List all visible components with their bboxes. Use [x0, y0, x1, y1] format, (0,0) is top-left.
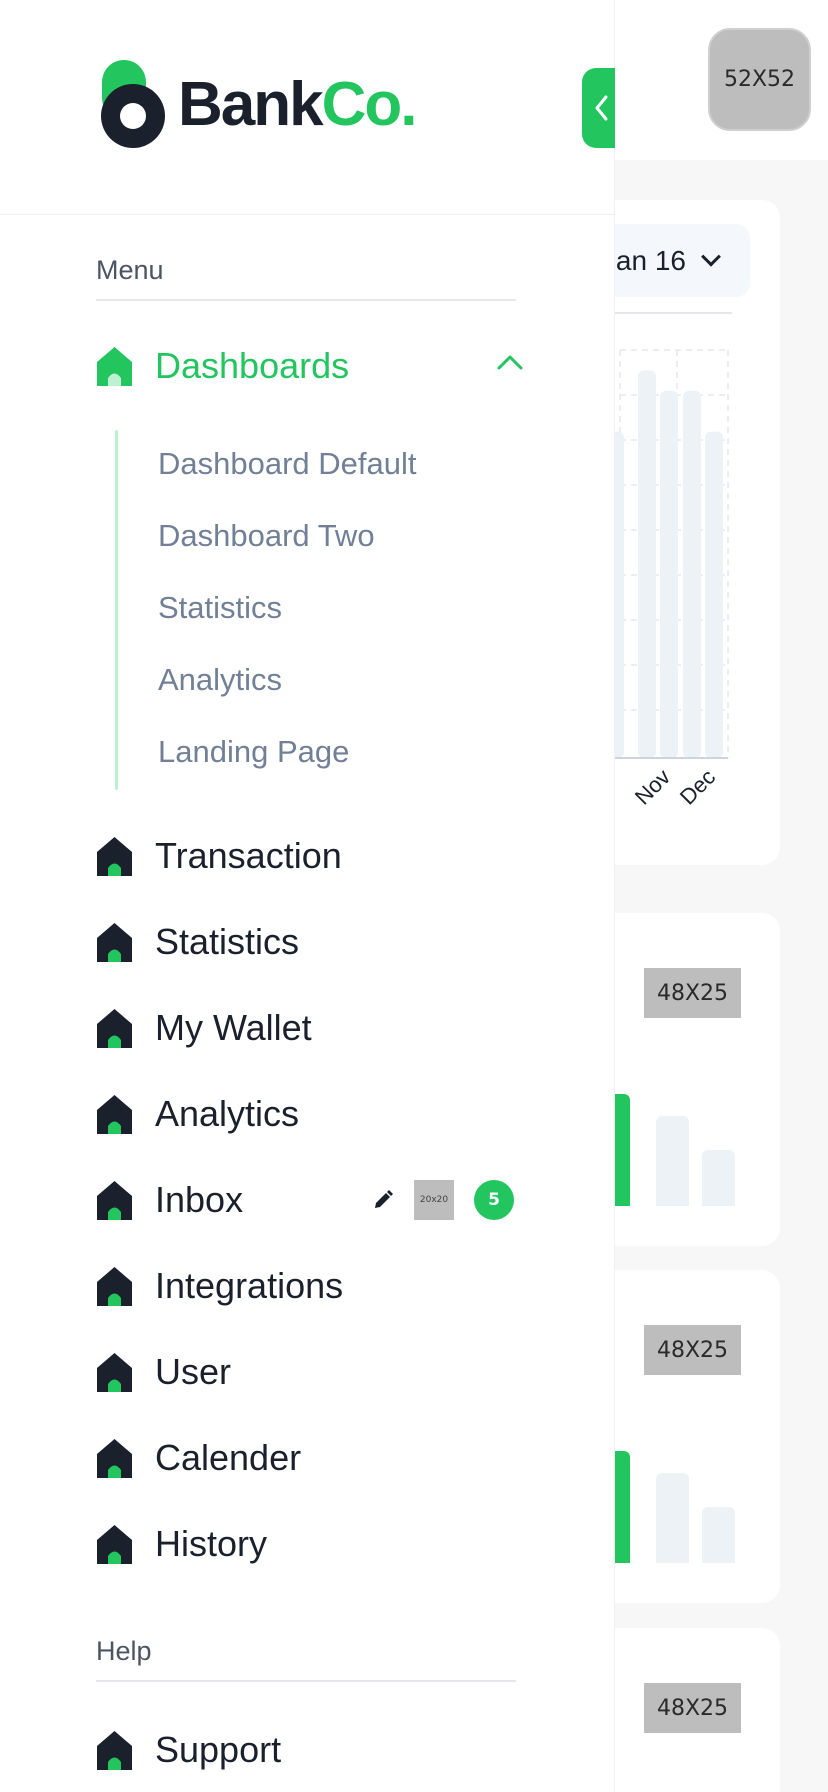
submenu-indicator-line [115, 430, 118, 790]
submenu-item-dashboard-default[interactable]: Dashboard Default [158, 446, 417, 482]
inbox-extras: 20x20 5 [372, 1178, 514, 1222]
collapse-sidebar-button[interactable] [582, 68, 615, 148]
mini-bar [702, 1150, 735, 1206]
sidebar-item-history[interactable]: History [96, 1514, 267, 1574]
sidebar-item-label: History [155, 1523, 268, 1564]
home-icon [97, 837, 132, 876]
bankco-logo[interactable]: BankCo. [100, 58, 417, 150]
home-icon [97, 1353, 132, 1392]
inbox-count-badge: 5 [474, 1180, 514, 1220]
home-icon [97, 1439, 132, 1478]
chart-bar [683, 390, 701, 758]
chevron-up-icon[interactable] [496, 353, 524, 371]
sidebar-item-my-wallet[interactable]: My Wallet [96, 998, 312, 1058]
home-icon [97, 1009, 132, 1048]
sidebar-item-statistics[interactable]: Statistics [96, 912, 299, 972]
sidebar-item-dashboards[interactable]: Dashboards [96, 336, 349, 396]
chart-bar [660, 390, 678, 758]
home-icon [97, 1181, 132, 1220]
sidebar-item-label: Integrations [155, 1265, 344, 1306]
sidebar-item-label: User [155, 1351, 232, 1392]
home-icon [97, 1731, 132, 1770]
logo-mark-icon [101, 60, 165, 148]
sidebar-item-calender[interactable]: Calender [96, 1428, 301, 1488]
submenu-item-dashboard-two[interactable]: Dashboard Two [158, 518, 375, 554]
submenu-item-statistics[interactable]: Statistics [158, 590, 282, 626]
sidebar-item-label: Analytics [155, 1093, 300, 1134]
sidebar-item-inbox[interactable]: Inbox [96, 1170, 243, 1230]
image-placeholder: 48X25 [644, 968, 741, 1018]
sidebar-item-label: Support [155, 1729, 282, 1770]
image-placeholder: 48X25 [644, 1325, 741, 1375]
chart-bar [705, 431, 723, 758]
help-section-label: Help [96, 1636, 152, 1666]
home-icon [97, 923, 132, 962]
sidebar-item-label: Transaction [155, 835, 342, 876]
sidebar-item-user[interactable]: User [96, 1342, 231, 1402]
image-placeholder: 48X25 [644, 1683, 741, 1733]
chevron-left-icon [595, 95, 607, 121]
mini-bar [656, 1116, 689, 1206]
sidebar-item-label: Statistics [155, 921, 300, 962]
mini-bar [656, 1473, 689, 1563]
home-icon [97, 1525, 132, 1564]
image-placeholder: 20x20 [414, 1180, 454, 1220]
home-icon [97, 1095, 132, 1134]
sidebar-item-label: My Wallet [155, 1007, 312, 1048]
sidebar-item-analytics[interactable]: Analytics [96, 1084, 299, 1144]
home-icon [97, 347, 132, 386]
x-tick-label: Nov [630, 764, 675, 809]
logo-text: BankCo. [178, 69, 417, 139]
chart-bar [638, 370, 656, 758]
sidebar: BankCo. Menu Dashboards Dashboard Defaul… [0, 0, 615, 1792]
mini-bar [702, 1507, 735, 1563]
pencil-icon[interactable] [372, 1189, 394, 1211]
x-tick-label: Dec [675, 764, 720, 809]
sidebar-item-label: Dashboards [155, 345, 350, 386]
divider [96, 1680, 516, 1682]
sidebar-item-label: Calender [155, 1437, 302, 1478]
sidebar-header: BankCo. [0, 0, 615, 215]
sidebar-item-integrations[interactable]: Integrations [96, 1256, 343, 1316]
divider [96, 299, 516, 301]
submenu-item-landing-page[interactable]: Landing Page [158, 734, 349, 770]
submenu-item-analytics[interactable]: Analytics [158, 662, 282, 698]
sidebar-item-label: Inbox [155, 1179, 244, 1220]
sidebar-item-support[interactable]: Support [96, 1720, 281, 1780]
home-icon [97, 1267, 132, 1306]
menu-section-label: Menu [96, 255, 164, 285]
sidebar-item-transaction[interactable]: Transaction [96, 826, 342, 886]
user-avatar[interactable]: 52X52 [708, 28, 811, 131]
